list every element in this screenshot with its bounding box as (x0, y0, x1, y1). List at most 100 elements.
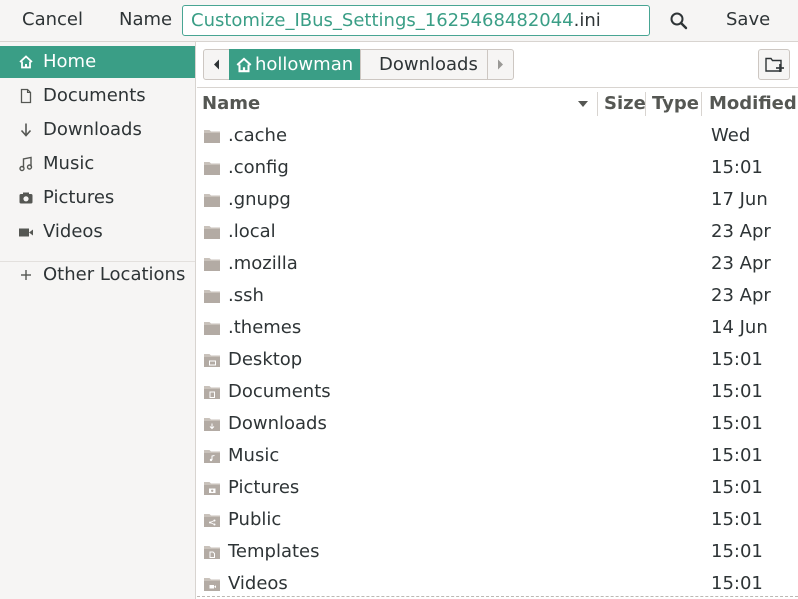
file-name: .ssh (228, 285, 264, 306)
file-modified: 15:01 (711, 509, 763, 530)
sidebar: Home Documents Downloads Music Pictures (0, 42, 196, 599)
search-button[interactable] (666, 8, 692, 34)
column-header-type[interactable]: Type (652, 88, 699, 120)
file-modified: 15:01 (711, 349, 763, 370)
new-folder-button[interactable] (758, 49, 790, 80)
column-separator (701, 92, 702, 116)
folder-icon (204, 226, 220, 239)
cancel-button[interactable]: Cancel (22, 0, 83, 42)
table-row[interactable]: Music 15:01 (197, 440, 798, 472)
sidebar-item-label: Music (43, 153, 95, 174)
table-row[interactable]: .themes 14 Jun (197, 312, 798, 344)
path-segment-label: Downloads (379, 54, 478, 75)
file-name: .local (228, 221, 276, 242)
file-modified: 15:01 (711, 157, 763, 178)
column-header-size[interactable]: Size (604, 88, 646, 120)
file-modified: 17 Jun (711, 189, 768, 210)
file-name: .cache (228, 125, 288, 146)
sidebar-item-pictures[interactable]: Pictures (0, 182, 195, 214)
name-label: Name (119, 9, 173, 30)
table-row[interactable]: Public 15:01 (197, 504, 798, 536)
video-icon (19, 228, 33, 237)
file-modified: Wed (711, 125, 751, 146)
folder-pictures-icon (204, 482, 220, 495)
filename-base: Customize_IBus_Settings_1625468482044 (191, 10, 574, 31)
plus-icon (21, 270, 31, 280)
table-row[interactable]: .gnupg 17 Jun (197, 184, 798, 216)
chevron-right-icon (498, 59, 503, 70)
header-bar: Cancel Name Customize_IBus_Settings_1625… (0, 0, 798, 42)
table-row[interactable]: Downloads 15:01 (197, 408, 798, 440)
file-name: .gnupg (228, 189, 291, 210)
folder-music-icon (204, 450, 220, 463)
file-modified: 15:01 (711, 541, 763, 562)
folder-public-icon (204, 514, 220, 527)
file-modified: 15:01 (711, 381, 763, 402)
folder-icon (204, 162, 220, 175)
folder-icon (204, 130, 220, 143)
file-name: Desktop (228, 349, 303, 370)
file-name: Videos (228, 573, 288, 594)
sidebar-item-home[interactable]: Home (0, 46, 195, 78)
column-headers: Name Size Type Modified (197, 88, 798, 120)
folder-icon (204, 322, 220, 335)
sidebar-item-videos[interactable]: Videos (0, 216, 195, 248)
sort-descending-icon (578, 101, 588, 107)
folder-icon (204, 290, 220, 303)
file-name: Documents (228, 381, 331, 402)
sidebar-item-label: Documents (43, 85, 146, 106)
path-segment-label: hollowman (255, 54, 354, 75)
sidebar-item-label: Other Locations (43, 264, 186, 285)
document-icon (20, 88, 32, 104)
file-modified: 14 Jun (711, 317, 768, 338)
folder-icon (204, 258, 220, 271)
path-segment-downloads[interactable]: Downloads (360, 49, 488, 80)
file-modified: 15:01 (711, 477, 763, 498)
filename-input[interactable]: Customize_IBus_Settings_1625468482044.in… (182, 5, 650, 36)
file-modified: 15:01 (711, 573, 763, 594)
save-button[interactable]: Save (726, 0, 770, 42)
file-list: Name Size Type Modified .cache Wed .config… (197, 87, 798, 599)
sidebar-item-music[interactable]: Music (0, 148, 195, 180)
folder-download-icon (204, 418, 220, 431)
column-header-name[interactable]: Name (202, 88, 260, 120)
file-name: .config (228, 157, 289, 178)
sidebar-item-label: Pictures (43, 187, 115, 208)
folder-templates-icon (204, 546, 220, 559)
home-icon (236, 57, 252, 73)
table-row[interactable]: .cache Wed (197, 120, 798, 152)
path-scroll-left-button[interactable] (203, 49, 230, 80)
file-name: .mozilla (228, 253, 298, 274)
table-row[interactable]: Templates 15:01 (197, 536, 798, 568)
sidebar-item-other-locations[interactable]: Other Locations (0, 259, 195, 291)
table-row[interactable]: Documents 15:01 (197, 376, 798, 408)
path-segment-home[interactable]: hollowman (229, 49, 360, 80)
table-row[interactable]: .ssh 23 Apr (197, 280, 798, 312)
table-row[interactable]: Pictures 15:01 (197, 472, 798, 504)
sidebar-item-label: Videos (43, 221, 103, 242)
path-scroll-right-button[interactable] (487, 49, 514, 80)
table-row[interactable]: .config 15:01 (197, 152, 798, 184)
file-name: Pictures (228, 477, 300, 498)
sidebar-item-downloads[interactable]: Downloads (0, 114, 195, 146)
filename-extension: .ini (573, 10, 601, 31)
file-name: Music (228, 445, 280, 466)
search-icon (670, 12, 688, 30)
folder-icon (204, 194, 220, 207)
file-modified: 23 Apr (711, 221, 771, 242)
file-modified: 15:01 (711, 413, 763, 434)
file-modified: 23 Apr (711, 285, 771, 306)
sidebar-item-label: Home (43, 51, 97, 72)
folder-desktop-icon (204, 354, 220, 367)
file-modified: 23 Apr (711, 253, 771, 274)
file-modified: 15:01 (711, 445, 763, 466)
folder-documents-icon (204, 386, 220, 399)
column-header-modified[interactable]: Modified (709, 88, 797, 120)
chevron-left-icon (214, 59, 219, 70)
column-separator (597, 92, 598, 116)
table-row[interactable]: Desktop 15:01 (197, 344, 798, 376)
table-row[interactable]: Videos 15:01 (197, 568, 798, 599)
sidebar-item-documents[interactable]: Documents (0, 80, 195, 112)
table-row[interactable]: .mozilla 23 Apr (197, 248, 798, 280)
table-row[interactable]: .local 23 Apr (197, 216, 798, 248)
